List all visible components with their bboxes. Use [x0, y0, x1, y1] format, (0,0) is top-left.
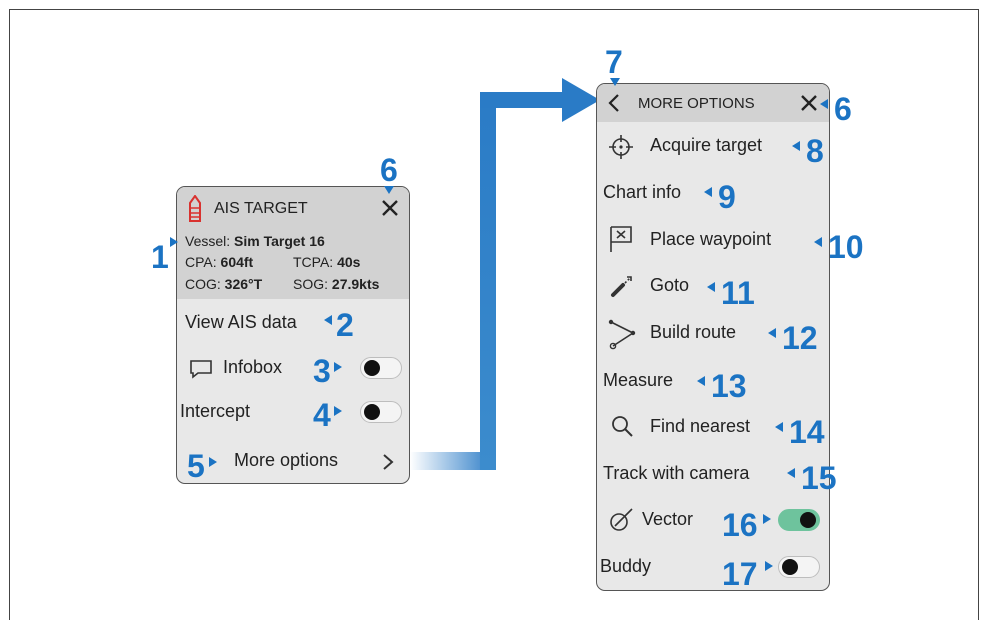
callout-17: 17	[722, 556, 758, 592]
callout-pointer-right	[334, 406, 342, 416]
cpa-value: 604ft	[220, 254, 254, 270]
cog-value: 326°T	[224, 276, 263, 292]
callout-pointer-right	[765, 561, 773, 571]
goto-item[interactable]: Goto	[650, 275, 689, 296]
place-waypoint-item[interactable]: Place waypoint	[650, 229, 771, 250]
route-icon	[608, 319, 636, 350]
callout-1: 1	[151, 239, 169, 275]
callout-pointer-left	[787, 468, 795, 478]
vessel-value: Sim Target 16	[234, 233, 325, 249]
callout-pointer-right	[209, 457, 217, 467]
crosshair-icon	[609, 135, 633, 159]
intercept-toggle[interactable]	[360, 401, 402, 423]
ais-panel-title: AIS TARGET	[214, 200, 308, 217]
ais-target-panel: AIS TARGET Vessel: Sim Target 16 CPA: 60…	[176, 186, 410, 484]
callout-3: 3	[313, 353, 331, 389]
callout-8: 8	[806, 133, 824, 169]
sog-label: SOG:	[293, 276, 329, 292]
callout-16: 16	[722, 507, 758, 543]
view-ais-data-item[interactable]: View AIS data	[185, 312, 297, 333]
callout-15: 15	[801, 460, 837, 496]
sog-line: SOG: 27.9kts	[293, 276, 379, 292]
close-icon[interactable]	[799, 93, 819, 113]
callout-pointer-left	[324, 315, 332, 325]
callout-14: 14	[789, 414, 825, 450]
callout-pointer-left	[820, 99, 828, 109]
callout-6b: 6	[834, 91, 852, 127]
callout-pointer-right	[763, 514, 771, 524]
callout-4: 4	[313, 397, 331, 433]
chevron-right-icon[interactable]	[381, 453, 395, 471]
waypoint-flag-icon	[610, 226, 632, 252]
callout-pointer-left	[704, 187, 712, 197]
vessel-line: Vessel: Sim Target 16	[185, 233, 325, 249]
buddy-toggle[interactable]	[778, 556, 820, 578]
back-chevron-icon[interactable]	[607, 92, 621, 114]
callout-pointer-left	[814, 237, 822, 247]
callout-10: 10	[828, 229, 864, 265]
callout-11: 11	[721, 275, 755, 311]
acquire-target-item[interactable]: Acquire target	[650, 135, 762, 156]
ais-vessel-icon	[189, 195, 201, 222]
tcpa-label: TCPA:	[293, 254, 334, 270]
cpa-label: CPA:	[185, 254, 217, 270]
callout-13: 13	[711, 368, 747, 404]
goto-icon	[611, 276, 632, 297]
callout-pointer-left	[792, 141, 800, 151]
infobox-icon	[190, 360, 212, 379]
measure-item[interactable]: Measure	[603, 370, 673, 391]
vector-item[interactable]: Vector	[642, 509, 693, 530]
vessel-label: Vessel:	[185, 233, 231, 249]
tcpa-value: 40s	[337, 254, 361, 270]
close-icon[interactable]	[380, 198, 400, 218]
cog-label: COG:	[185, 276, 221, 292]
chart-info-item[interactable]: Chart info	[603, 182, 681, 203]
build-route-item[interactable]: Build route	[650, 322, 736, 343]
callout-pointer-left	[775, 422, 783, 432]
more-options-title: MORE OPTIONS	[638, 95, 755, 112]
callout-pointer-left	[768, 328, 776, 338]
vector-toggle[interactable]	[778, 509, 820, 531]
infobox-toggle[interactable]	[360, 357, 402, 379]
callout-pointer-down	[610, 78, 620, 86]
callout-5: 5	[187, 448, 205, 484]
buddy-item[interactable]: Buddy	[600, 556, 651, 577]
track-with-camera-item[interactable]: Track with camera	[603, 463, 749, 484]
callout-pointer-left	[697, 376, 705, 386]
tcpa-line: TCPA: 40s	[293, 254, 360, 270]
vector-icon	[610, 508, 633, 531]
infobox-item[interactable]: Infobox	[223, 357, 282, 378]
more-options-item[interactable]: More options	[234, 450, 338, 471]
callout-12: 12	[782, 320, 818, 356]
find-nearest-item[interactable]: Find nearest	[650, 416, 750, 437]
search-icon	[612, 416, 633, 437]
callout-pointer-right	[334, 362, 342, 372]
cog-line: COG: 326°T	[185, 276, 262, 292]
cpa-line: CPA: 604ft	[185, 254, 253, 270]
intercept-item[interactable]: Intercept	[180, 401, 250, 422]
callout-2: 2	[336, 307, 354, 343]
callout-9: 9	[718, 179, 736, 215]
callout-6a: 6	[380, 152, 398, 188]
callout-pointer-right	[170, 237, 178, 247]
callout-7: 7	[605, 44, 623, 80]
callout-pointer-down	[384, 186, 394, 194]
callout-pointer-left	[707, 282, 715, 292]
sog-value: 27.9kts	[331, 276, 380, 292]
